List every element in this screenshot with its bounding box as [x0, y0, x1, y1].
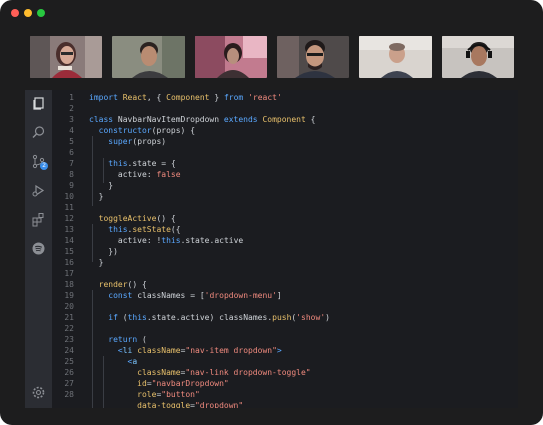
line-number: 27	[64, 379, 74, 388]
code-line: toggleActive() {	[98, 214, 176, 223]
line-number: 14	[64, 236, 74, 245]
line-number: 5	[69, 137, 74, 146]
code-line: active: !this.state.active	[117, 236, 244, 245]
participant-video-tile[interactable]	[441, 36, 514, 78]
line-number: 13	[64, 225, 74, 234]
code-lines: import React, { Component } from 'react'…	[89, 92, 330, 408]
line-number-gutter: 1 2 3 4 5 6 7 8 9 10 11 12 13 14 15 16 17 18 19 20 21 22 23 24 2…	[52, 92, 74, 400]
app-window: 2 1 2 3 4 5 6 7 8 9 10 11 12 13 14 15 16 17 18 19 20 21 22 23 2…	[0, 0, 543, 425]
window-controls	[11, 9, 45, 17]
close-window-button[interactable]	[11, 9, 19, 17]
code-line: data-toggle="dropdown"	[137, 401, 244, 408]
extensions-icon[interactable]	[31, 212, 46, 227]
line-number: 16	[64, 258, 74, 267]
minimize-window-button[interactable]	[24, 9, 32, 17]
code-line: active: false	[117, 170, 181, 179]
code-line: <li className="nav-item dropdown">	[117, 346, 282, 355]
code-line: render() {	[98, 280, 147, 289]
zoom-window-button[interactable]	[37, 9, 45, 17]
files-icon[interactable]	[31, 96, 46, 111]
activity-bar: 2	[25, 90, 52, 408]
line-number: 8	[69, 170, 74, 179]
line-number: 10	[64, 192, 74, 201]
line-number: 20	[64, 302, 74, 311]
line-number: 18	[64, 280, 74, 289]
participant-video-tile[interactable]	[194, 36, 267, 78]
line-number: 15	[64, 247, 74, 256]
code-line: this.setState({	[108, 225, 181, 234]
line-number: 22	[64, 324, 74, 333]
code-line: const classNames = ['dropdown-menu']	[108, 291, 282, 300]
participant-video-tile[interactable]	[112, 36, 185, 78]
code-line: import React, { Component } from 'react'	[89, 93, 282, 102]
participant-video-tile[interactable]	[276, 36, 350, 78]
code-line: }	[98, 258, 104, 267]
code-line: if (this.state.active) classNames.push('…	[108, 313, 330, 322]
code-line: super(props)	[108, 137, 167, 146]
line-number: 2	[69, 104, 74, 113]
code-line: }	[98, 192, 104, 201]
line-number: 23	[64, 335, 74, 344]
code-line: })	[108, 247, 118, 256]
line-number: 11	[64, 203, 74, 212]
line-number: 9	[69, 181, 74, 190]
line-number: 25	[64, 357, 74, 366]
line-number: 17	[64, 269, 74, 278]
line-number: 28	[64, 390, 74, 399]
line-number: 1	[69, 93, 74, 102]
line-number: 4	[69, 126, 74, 135]
line-number: 3	[69, 115, 74, 124]
run-debug-icon[interactable]	[31, 183, 46, 198]
line-number: 6	[69, 148, 74, 157]
line-number: 24	[64, 346, 74, 355]
spotify-icon[interactable]	[31, 241, 46, 256]
code-line: id="navbarDropdown"	[137, 379, 229, 388]
code-editor: 2 1 2 3 4 5 6 7 8 9 10 11 12 13 14 15 16 17 18 19 20 21 22 23 2…	[25, 90, 518, 408]
editor-pane[interactable]: 1 2 3 4 5 6 7 8 9 10 11 12 13 14 15 16 17 18 19 20 21 22 23 24 2…	[52, 90, 518, 408]
code-line: this.state = {	[108, 159, 176, 168]
line-number: 19	[64, 291, 74, 300]
participant-video-tile[interactable]	[30, 36, 103, 78]
line-number: 12	[64, 214, 74, 223]
code-line: class NavbarNavItemDropdown extends Comp…	[89, 115, 316, 124]
participant-video-strip	[30, 36, 514, 78]
source-control-badge: 2	[40, 162, 48, 170]
line-number: 7	[69, 159, 74, 168]
code-line: className="nav-link dropdown-toggle"	[137, 368, 311, 377]
code-line: constructor(props) {	[98, 126, 196, 135]
line-number: 26	[64, 368, 74, 377]
code-line: <a	[127, 357, 138, 366]
code-line: role="button"	[137, 390, 200, 399]
search-icon[interactable]	[31, 125, 46, 140]
participant-video-tile[interactable]	[359, 36, 432, 78]
line-number: 21	[64, 313, 74, 322]
code-line: }	[108, 181, 114, 190]
settings-gear-icon[interactable]	[31, 385, 46, 400]
code-line: return (	[108, 335, 147, 344]
